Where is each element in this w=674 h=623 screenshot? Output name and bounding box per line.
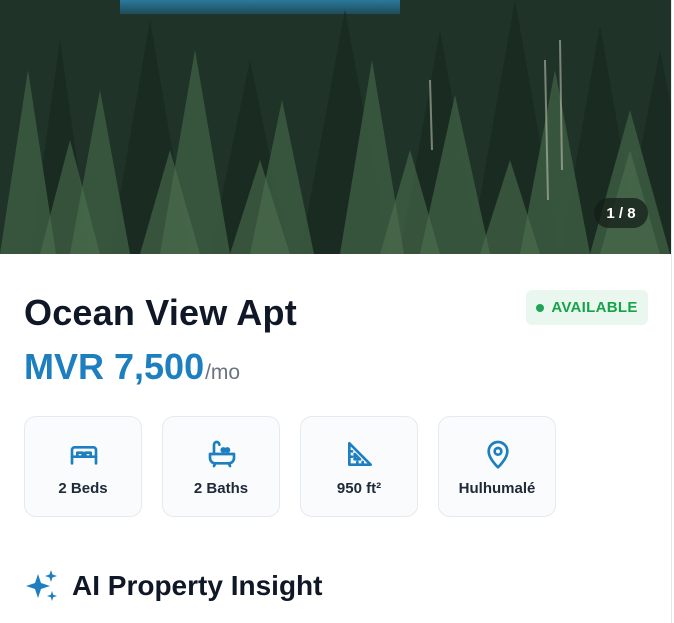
ai-insight-header: AI Property Insight [24,568,322,604]
feature-label: 2 Baths [193,480,249,497]
feature-location: Hulhumalé [438,416,556,517]
location-pin-icon [487,440,509,469]
property-card: 1 / 8 Ocean View Apt AVAILABLE MVR 7,500… [0,0,672,623]
bed-icon [70,446,98,465]
price-period: /mo [205,361,241,384]
feature-label: 2 Beds [58,480,108,497]
photo-counter: 1 / 8 [594,198,648,228]
forest-photo-image [0,0,671,254]
price-amount: MVR 7,500 [24,346,205,387]
status-dot-icon [536,303,545,312]
area-ruler-icon [348,442,372,466]
listing-price: MVR 7,500/mo [24,346,240,388]
listing-title: Ocean View Apt [24,292,297,333]
feature-label: 950 ft² [336,480,382,497]
feature-label: Hulhumalé [458,480,536,497]
ai-insight-title: AI Property Insight [72,570,323,601]
status-label: AVAILABLE [551,299,638,316]
feature-beds: 2 Beds [24,416,142,517]
bath-icon [208,440,236,468]
property-photo[interactable]: 1 / 8 [0,0,671,254]
feature-baths: 2 Baths [162,416,280,517]
feature-area: 950 ft² [300,416,418,517]
sparkles-icon [26,570,57,601]
status-badge: AVAILABLE [526,290,648,325]
